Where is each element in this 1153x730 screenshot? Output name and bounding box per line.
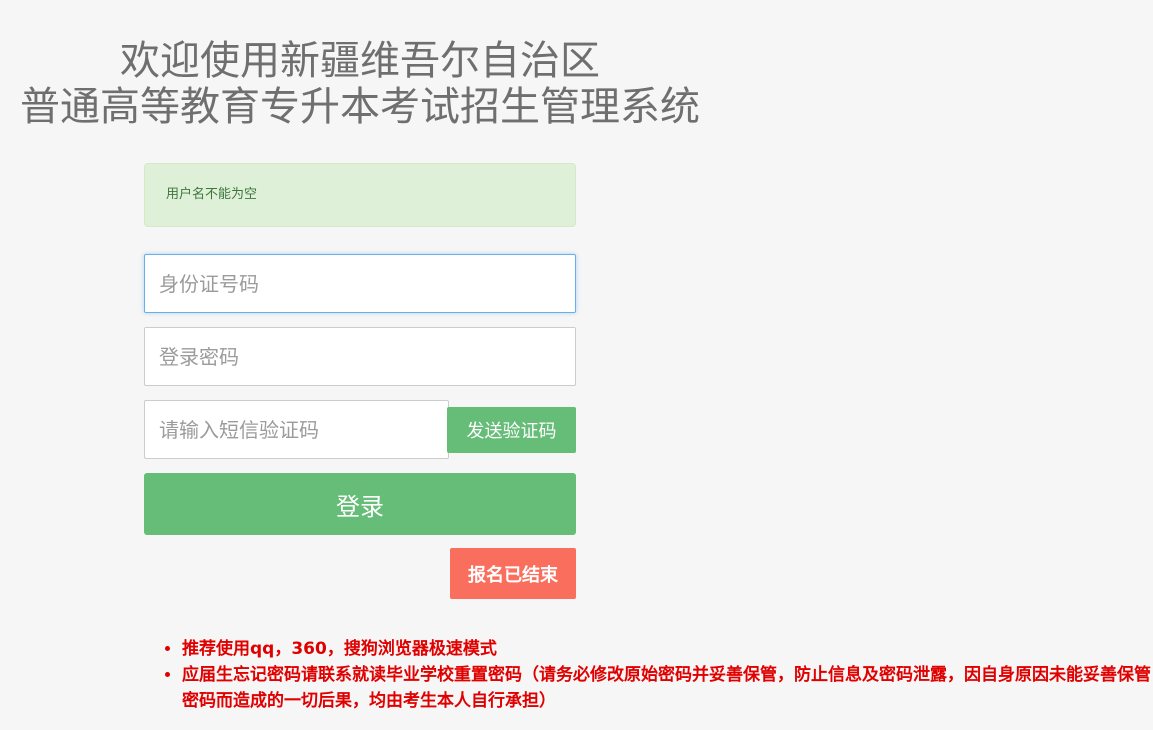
sms-code-input[interactable]: [144, 400, 449, 459]
notice-list: 推荐使用qq，360，搜狗浏览器极速模式 应届生忘记密码请联系就读毕业学校重置密…: [162, 636, 1153, 714]
validation-alert: 用户名不能为空: [144, 163, 576, 227]
page-title-line2: 普通高等教育专升本考试招生管理系统: [20, 84, 700, 130]
registration-closed-button[interactable]: 报名已结束: [450, 548, 576, 599]
notice-item-browser: 推荐使用qq，360，搜狗浏览器极速模式: [182, 636, 1153, 662]
id-number-input[interactable]: [144, 254, 576, 313]
login-button[interactable]: 登录: [144, 473, 576, 535]
notice-item-password-reset: 应届生忘记密码请联系就读毕业学校重置密码（请务必修改原始密码并妥善保管，防止信息…: [182, 662, 1153, 714]
password-input[interactable]: [144, 327, 576, 386]
page-title-line1: 欢迎使用新疆维吾尔自治区: [120, 38, 600, 84]
page-title: 欢迎使用新疆维吾尔自治区 普通高等教育专升本考试招生管理系统: [0, 38, 720, 130]
login-page: 欢迎使用新疆维吾尔自治区 普通高等教育专升本考试招生管理系统 用户名不能为空 发…: [0, 0, 1153, 730]
send-sms-code-button[interactable]: 发送验证码: [447, 407, 576, 453]
